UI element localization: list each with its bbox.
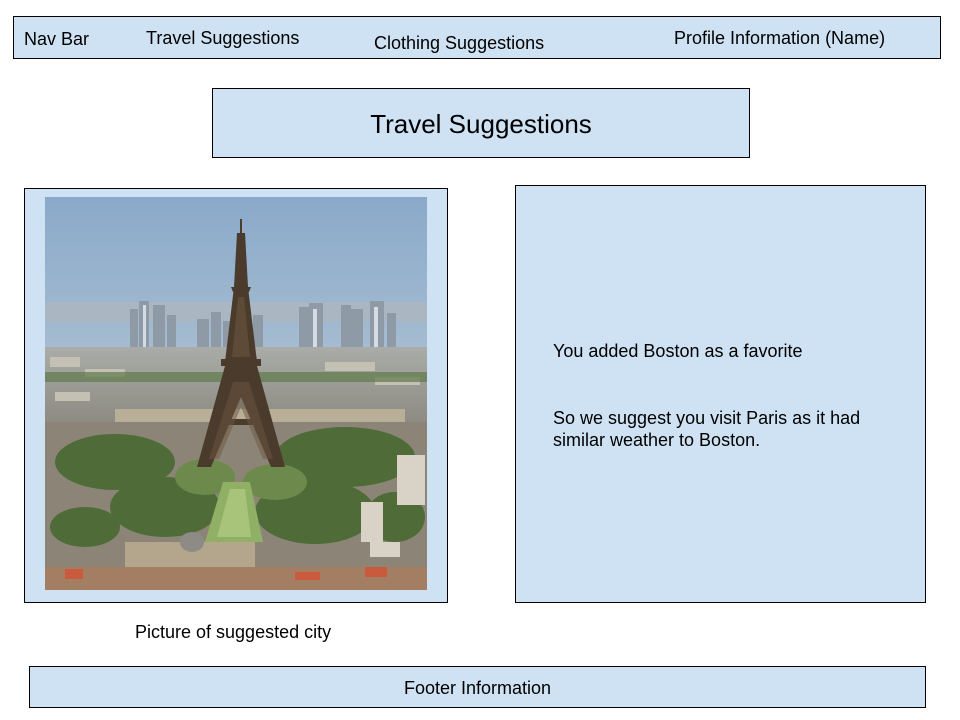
city-photo-frame <box>24 188 448 603</box>
city-photo <box>45 197 427 590</box>
favorite-text: You added Boston as a favorite <box>553 341 803 361</box>
nav-link-travel-suggestions[interactable]: Travel Suggestions <box>146 28 299 48</box>
page-title-box: Travel Suggestions <box>212 88 750 158</box>
page-title: Travel Suggestions <box>370 109 592 139</box>
footer-text: Footer Information <box>403 678 552 698</box>
suggestion-line-2: similar weather to Boston. <box>553 430 761 450</box>
suggestion-text: So we suggest you visit Paris as it had … <box>553 407 860 451</box>
nav-bar-label: Nav Bar <box>24 29 90 49</box>
photo-caption: Picture of suggested city <box>135 622 332 642</box>
footer: Footer Information <box>29 666 926 708</box>
nav-link-clothing-suggestions[interactable]: Clothing Suggestions <box>374 33 544 53</box>
nav-bar: Nav Bar Travel Suggestions Clothing Sugg… <box>13 16 941 59</box>
suggestion-line-1: So we suggest you visit Paris as it had <box>553 408 861 428</box>
suggestion-info-box: You added Boston as a favorite So we sug… <box>515 185 926 603</box>
nav-link-profile[interactable]: Profile Information (Name) <box>674 28 885 48</box>
